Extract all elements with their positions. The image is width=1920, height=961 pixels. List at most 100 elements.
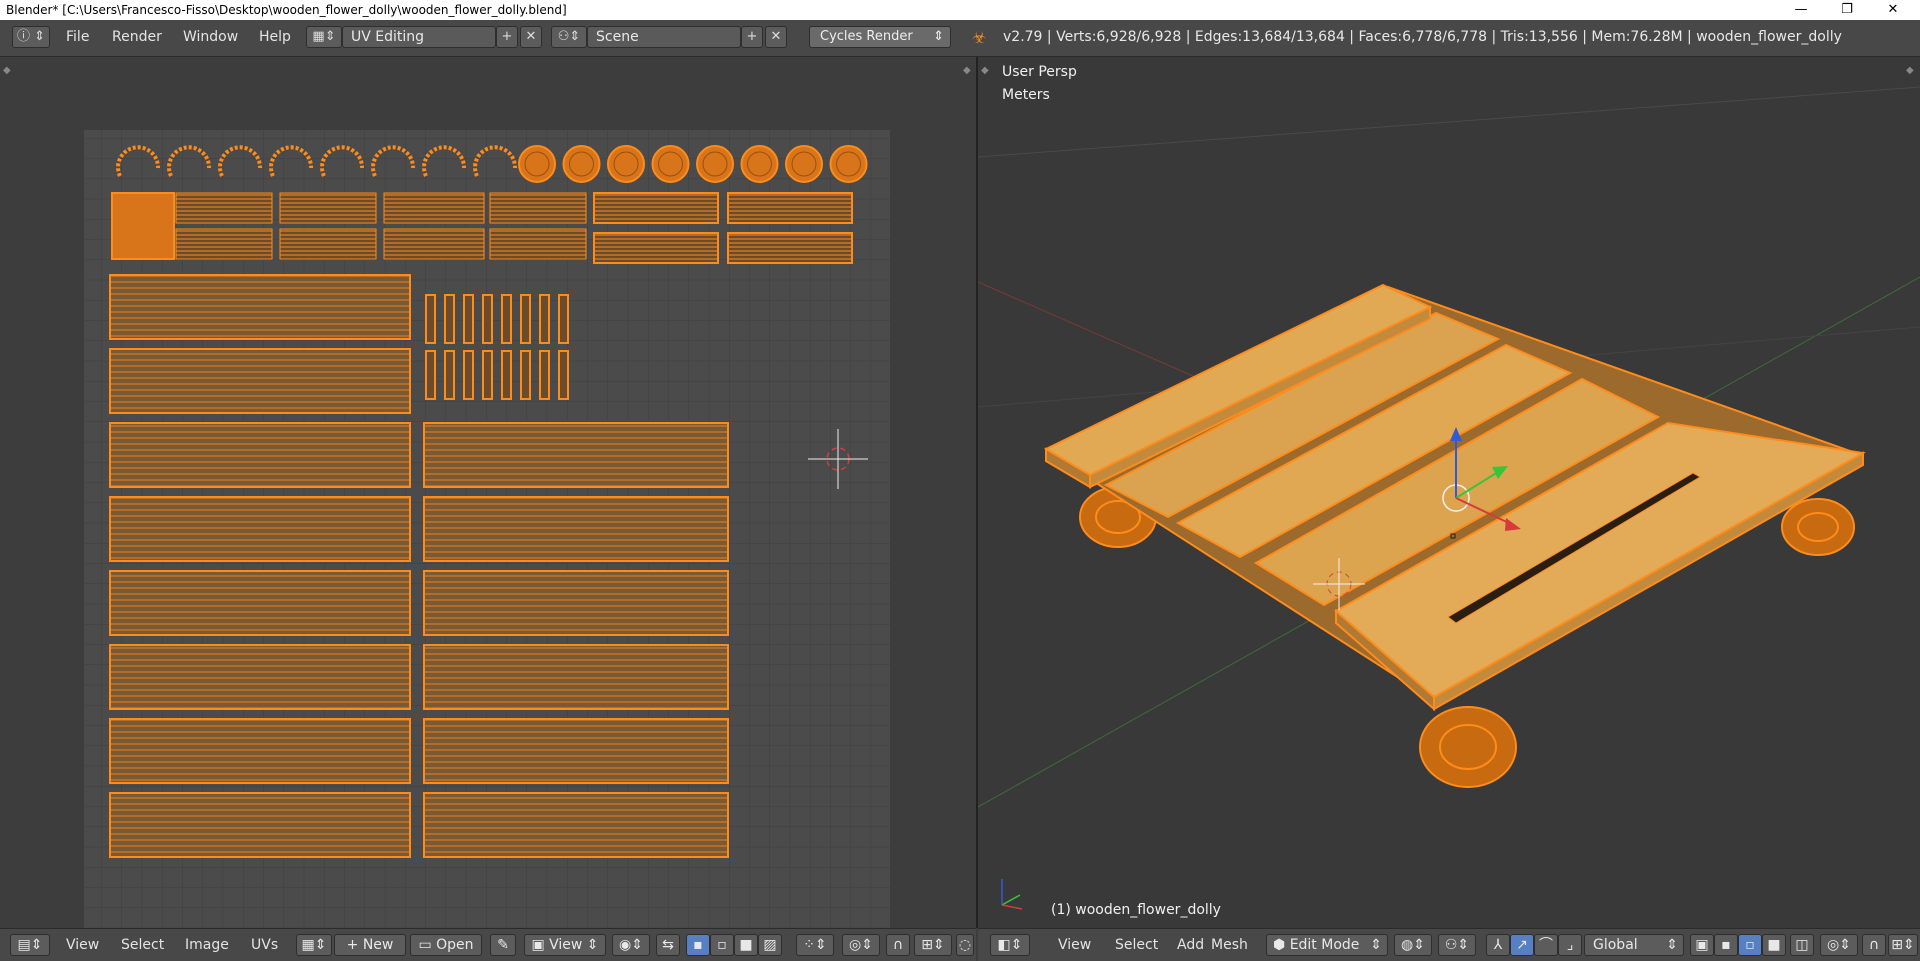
delete-scene-icon[interactable]: ✕ [765, 26, 787, 48]
rotate-icon: ⌒ [1539, 937, 1553, 953]
pivot-icon: ◉⇕ [619, 937, 643, 953]
sticky-selection-dropdown[interactable]: ⁘⇕ [796, 934, 834, 956]
uv-canvas[interactable] [0, 57, 976, 928]
restore-button[interactable]: ❐ [1824, 0, 1870, 20]
uv-island [607, 145, 645, 183]
pivot-dropdown[interactable]: ◉⇕ [612, 934, 650, 956]
shading-dropdown[interactable]: ◍⇕ [1394, 934, 1432, 956]
xray-button[interactable]: ◫ [1790, 934, 1814, 956]
sync-selection-button[interactable]: ⇆ [656, 934, 680, 956]
image-browse-button[interactable]: ▦⇕ [296, 934, 332, 956]
uv-island [109, 422, 411, 488]
render-engine-dropdown[interactable]: Cycles Render ⇕ [809, 26, 951, 48]
plus-icon: + [346, 937, 363, 953]
uv-editor-area[interactable]: ◆ ◆ [0, 57, 976, 928]
3d-menu-view[interactable]: View [1058, 937, 1091, 953]
3d-menu-select[interactable]: Select [1115, 937, 1158, 953]
minimize-button[interactable]: — [1778, 0, 1824, 20]
layer-button[interactable]: ▣ [1690, 934, 1714, 956]
uv-island [520, 294, 531, 344]
snap-target-icon: ⊞⇕ [921, 937, 945, 953]
arrow-icon: ↗ [1516, 937, 1528, 953]
close-window-button[interactable]: ✕ [1870, 0, 1916, 20]
face-select-button[interactable]: ■ [1762, 934, 1786, 956]
chevron-updown-icon: ⇕ [1370, 937, 1382, 953]
folder-icon: ▭ [418, 937, 437, 953]
snap-target-dropdown[interactable]: ⊞⇕ [914, 934, 952, 956]
uv-island [539, 350, 550, 400]
scale-icon: ⌟ [1566, 937, 1574, 953]
scene-icon[interactable]: ⚇⇕ [551, 26, 587, 48]
uv-island [593, 232, 719, 264]
open-image-label: Open [436, 937, 474, 953]
proportional-edit-dropdown[interactable]: ◎⇕ [1820, 934, 1858, 956]
scene-field[interactable]: Scene [587, 26, 741, 48]
screen-layout-field[interactable]: UV Editing [342, 26, 496, 48]
window-titlebar: Blender* [C:\Users\Francesco-Fisso\Deskt… [0, 0, 1920, 20]
xray-icon: ◫ [1795, 937, 1809, 953]
menu-file[interactable]: File [66, 29, 89, 45]
editor-type-selector[interactable]: ◧⇕ [990, 934, 1030, 956]
uv-island [109, 348, 411, 414]
translate-manipulator-button[interactable]: ↗ [1510, 934, 1534, 956]
editor-type-selector[interactable]: ▤⇕ [10, 934, 50, 956]
face-select-icon: ■ [1767, 937, 1781, 953]
screen-layout-icon[interactable]: ▦⇕ [306, 26, 342, 48]
orientation-label: Global [1593, 937, 1638, 953]
menu-help[interactable]: Help [259, 29, 291, 45]
pivot-icon: ⚇⇕ [1444, 937, 1470, 953]
3d-menu-add[interactable]: Add [1177, 937, 1204, 953]
uv-menu-uvs[interactable]: UVs [251, 937, 278, 953]
edge-select-button[interactable]: ▫ [1738, 934, 1762, 956]
3d-menu-mesh[interactable]: Mesh [1211, 937, 1248, 953]
info-icon: ⓘ ⇕ [16, 29, 46, 44]
open-image-button[interactable]: ▭ Open [410, 934, 482, 956]
editor-type-selector[interactable]: ⓘ ⇕ [12, 26, 50, 48]
uv-island [482, 350, 493, 400]
new-image-button[interactable]: + New [334, 934, 406, 956]
proportional-edit-dropdown[interactable]: ◎⇕ [842, 934, 880, 956]
view-mode-dropdown[interactable]: ▣ View ⇕ [524, 934, 606, 956]
island-select-button[interactable]: ▨ [758, 934, 782, 956]
edge-select-button[interactable]: ▫ [710, 934, 734, 956]
orientation-dropdown[interactable]: Global ⇕ [1584, 934, 1684, 956]
uv-island [501, 294, 512, 344]
pin-button[interactable]: ✎ [490, 934, 516, 956]
pivot-dropdown[interactable]: ⚇⇕ [1438, 934, 1476, 956]
uv-island [109, 792, 411, 858]
add-scene-icon[interactable]: + [741, 26, 763, 48]
delete-layout-icon[interactable]: ✕ [520, 26, 542, 48]
viewport-canvas[interactable] [978, 57, 1920, 928]
image-pin-icon: ◌ [958, 937, 972, 953]
image-editor-icon: ▤⇕ [17, 937, 43, 953]
mode-dropdown[interactable]: ⬢ Edit Mode ⇕ [1266, 934, 1388, 956]
image-pin-button[interactable]: ◌ [956, 934, 974, 956]
uv-island [444, 350, 455, 400]
snap-target-dropdown[interactable]: ⊞⇕ [1888, 934, 1918, 956]
uv-island [482, 294, 493, 344]
snap-button[interactable]: ∩ [886, 934, 910, 956]
add-layout-icon[interactable]: + [496, 26, 518, 48]
uv-menu-image[interactable]: Image [185, 937, 229, 953]
area-corner-icon[interactable]: ◆ [3, 65, 11, 76]
proportional-edit-icon: ◎⇕ [1827, 937, 1851, 953]
uv-menu-view[interactable]: View [66, 937, 99, 953]
menu-render[interactable]: Render [112, 29, 162, 45]
vertex-select-button[interactable]: ▪ [686, 934, 710, 956]
uv-island [696, 145, 734, 183]
uv-island [175, 192, 273, 224]
vertex-select-button[interactable]: ▪ [1714, 934, 1738, 956]
area-corner-icon[interactable]: ◆ [963, 65, 971, 76]
uv-menu-select[interactable]: Select [121, 937, 164, 953]
manipulator-toggle[interactable]: ⅄ [1486, 934, 1510, 956]
scene-stats: v2.79 | Verts:6,928/6,928 | Edges:13,684… [1003, 29, 1842, 45]
menu-window[interactable]: Window [183, 29, 238, 45]
scale-manipulator-button[interactable]: ⌟ [1558, 934, 1582, 956]
uv-island [489, 192, 587, 224]
face-select-button[interactable]: ■ [734, 934, 758, 956]
snap-button[interactable]: ∩ [1862, 934, 1886, 956]
rotate-manipulator-button[interactable]: ⌒ [1534, 934, 1558, 956]
3d-viewport[interactable]: User Persp Meters (1) wooden_flower_doll… [978, 57, 1920, 928]
grid-line [978, 86, 1920, 158]
uv-island [651, 145, 690, 183]
